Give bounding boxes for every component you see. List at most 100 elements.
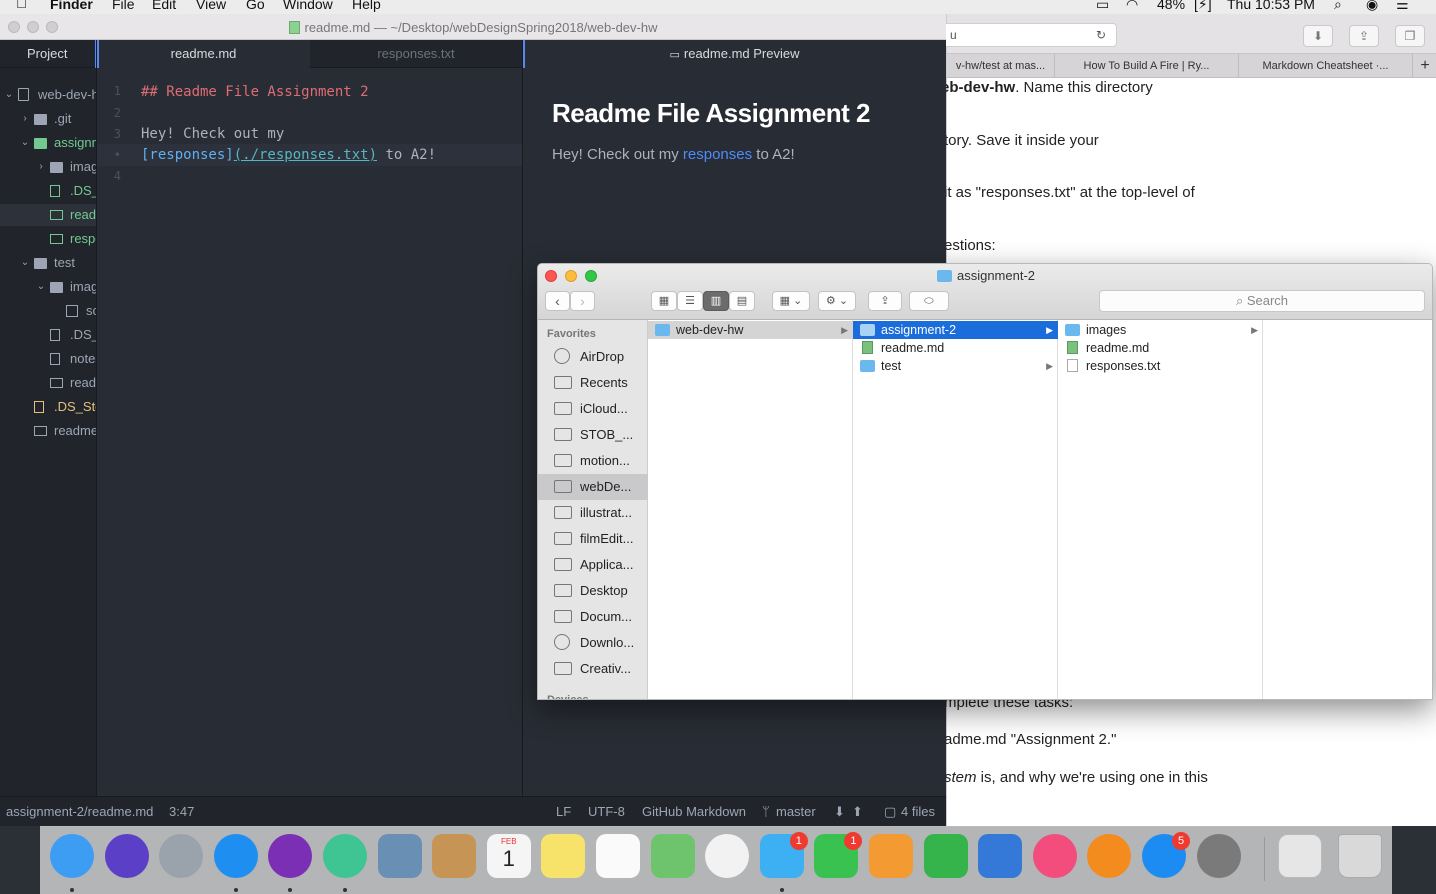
push-icon[interactable]: ⬆ — [852, 797, 863, 827]
dock-siri-icon[interactable] — [104, 834, 149, 878]
dock-ibooks-icon[interactable] — [1087, 834, 1132, 878]
tree-item[interactable]: readme.md — [0, 420, 96, 442]
status-line-ending[interactable]: LF — [556, 797, 571, 827]
file-row[interactable]: readme.md — [1058, 339, 1263, 357]
status-git-branch[interactable]: master — [776, 797, 816, 827]
share-button[interactable]: ⇪ — [868, 291, 902, 311]
sidebar-item-desktop[interactable]: Desktop — [538, 578, 648, 604]
battery-percent[interactable]: 48% — [1157, 0, 1185, 11]
dock-maps-icon[interactable] — [650, 834, 695, 878]
tree-item[interactable]: .DS_Store — [0, 324, 96, 346]
reload-icon[interactable]: ↻ — [1096, 24, 1106, 46]
sidebar-item-applications[interactable]: Applica... — [538, 552, 648, 578]
finder-search-field[interactable]: ⌕ Search — [1099, 290, 1425, 312]
dock-github-desktop-icon[interactable] — [268, 834, 313, 878]
file-row[interactable]: assignment-2 ▶ — [853, 321, 1058, 339]
menu-edit[interactable]: Edit — [152, 0, 176, 11]
preview-link-responses[interactable]: responses — [683, 146, 752, 163]
menu-app-name[interactable]: Finder — [50, 0, 93, 11]
tree-item[interactable]: screenshot.png — [0, 300, 96, 322]
tree-item[interactable]: ⌄ test — [0, 252, 96, 274]
dock-finder-icon[interactable] — [50, 834, 94, 878]
sidebar-item-illustrator[interactable]: illustrat... — [538, 500, 648, 526]
menu-file[interactable]: File — [112, 0, 135, 11]
forward-button[interactable]: › — [570, 291, 595, 311]
chevron-down-icon[interactable]: ⌄ — [36, 276, 46, 298]
chevron-right-icon[interactable]: › — [36, 156, 46, 178]
chevron-down-icon[interactable]: ⌄ — [20, 132, 30, 154]
wifi-icon[interactable]: ◠ — [1126, 0, 1138, 11]
dock-photos-icon[interactable] — [705, 834, 750, 878]
file-row[interactable]: test ▶ — [853, 357, 1058, 375]
tab-readme-md[interactable]: readme.md — [97, 40, 310, 68]
status-file-path[interactable]: assignment-2/readme.md — [6, 797, 153, 827]
airplay-icon[interactable]: ▭ — [1096, 0, 1109, 11]
menu-help[interactable]: Help — [352, 0, 381, 11]
dock-keynote-icon[interactable] — [978, 834, 1023, 878]
menu-window[interactable]: Window — [283, 0, 333, 11]
dock-contacts-icon[interactable] — [432, 834, 477, 878]
project-tab[interactable]: Project — [0, 40, 96, 68]
icon-view-button[interactable]: ▦ — [651, 291, 677, 311]
tree-item[interactable]: ⌄ web-dev-hw — [0, 84, 96, 106]
downloads-button[interactable]: ⬇ — [1303, 25, 1333, 47]
code-editor[interactable]: 1 2 3 • 4 ## Readme File Assignment 2 He… — [97, 68, 522, 796]
action-button[interactable]: ⚙ ⌄ — [818, 291, 856, 311]
dock-launchpad-icon[interactable] — [159, 834, 204, 878]
browser-tab-3[interactable]: Markdown Cheatsheet ·... — [1239, 54, 1413, 78]
group-button[interactable]: ▦ ⌄ — [772, 291, 810, 311]
tree-item[interactable]: readme.md — [0, 204, 96, 226]
dock-pages-icon[interactable] — [869, 834, 913, 878]
status-grammar[interactable]: GitHub Markdown — [642, 797, 746, 827]
tree-item[interactable]: readme.md — [0, 372, 96, 394]
tree-item[interactable]: ⌄ assignment-2 — [0, 132, 96, 154]
chevron-down-icon[interactable]: ⌄ — [4, 84, 14, 106]
notification-center-icon[interactable]: ☰ — [1396, 0, 1409, 11]
sidebar-item-recents[interactable]: Recents — [538, 370, 648, 396]
dock-calendar-icon[interactable]: FEB 1 — [486, 834, 531, 878]
status-cursor-position[interactable]: 3:47 — [169, 797, 194, 827]
status-encoding[interactable]: UTF-8 — [588, 797, 625, 827]
spotlight-icon[interactable]: ⌕ — [1334, 0, 1342, 11]
chevron-right-icon[interactable]: › — [20, 108, 30, 130]
back-button[interactable]: ‹ — [545, 291, 570, 311]
sidebar-item-downloads[interactable]: Downlo... — [538, 630, 648, 656]
browser-tab-1[interactable]: v-hw/test at mas... — [947, 54, 1055, 78]
tree-item[interactable]: notes.txt — [0, 348, 96, 370]
battery-icon[interactable]: [⚡] — [1194, 0, 1212, 11]
fetch-icon[interactable]: ⬇ — [834, 797, 845, 827]
dock-trash-icon[interactable] — [1338, 834, 1382, 878]
tab-responses-txt[interactable]: responses.txt — [310, 40, 522, 68]
dock-notes-icon[interactable] — [541, 834, 586, 878]
address-bar[interactable]: u ↻ — [937, 23, 1117, 47]
column-view-button[interactable]: ▥ — [703, 291, 729, 311]
tree-item[interactable]: responses.txt — [0, 228, 96, 250]
tree-item[interactable]: ⌄ images — [0, 276, 96, 298]
tab-readme-preview[interactable]: ▭ readme.md Preview — [522, 40, 946, 68]
apple-icon[interactable]:  — [16, 0, 27, 11]
dock-system-preferences-icon[interactable] — [1196, 834, 1241, 878]
sidebar-item-icloud[interactable]: iCloud... — [538, 396, 648, 422]
list-view-button[interactable]: ☰ — [677, 291, 703, 311]
file-row[interactable]: web-dev-hw ▶ — [648, 321, 853, 339]
tree-item[interactable]: › .git — [0, 108, 96, 130]
tree-item[interactable]: .DS_Store — [0, 180, 96, 202]
share-button[interactable]: ⇪ — [1349, 25, 1379, 47]
file-row[interactable]: images ▶ — [1058, 321, 1263, 339]
status-file-count[interactable]: 4 files — [901, 797, 935, 827]
new-tab-icon[interactable]: + — [1413, 54, 1436, 78]
sidebar-item-creative[interactable]: Creativ... — [538, 656, 648, 682]
dock-downloads-stack-icon[interactable] — [1278, 834, 1322, 878]
sidebar-item-filmedit[interactable]: filmEdit... — [538, 526, 648, 552]
sidebar-item-webdesign[interactable]: webDe... — [538, 474, 648, 500]
tags-button[interactable]: ⬭ — [909, 291, 949, 311]
menu-go[interactable]: Go — [246, 0, 265, 11]
tabs-overview-button[interactable]: ❐ — [1395, 25, 1425, 47]
file-row[interactable]: responses.txt — [1058, 357, 1263, 375]
dock-reminders-icon[interactable] — [596, 834, 640, 878]
menu-view[interactable]: View — [196, 0, 226, 11]
tree-item[interactable]: › images — [0, 156, 96, 178]
dock-numbers-icon[interactable] — [923, 834, 968, 878]
dock-safari-icon[interactable] — [213, 834, 258, 878]
gallery-view-button[interactable]: ▤ — [729, 291, 755, 311]
